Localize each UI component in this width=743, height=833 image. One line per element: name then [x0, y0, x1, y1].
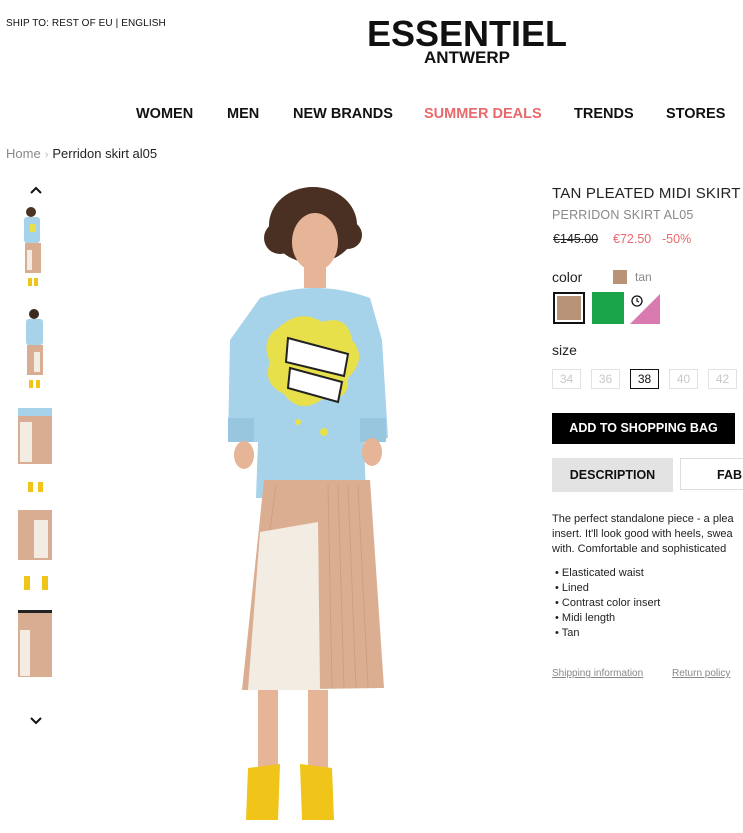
- nav-men[interactable]: MEN: [227, 106, 259, 122]
- ship-to-language-selector[interactable]: SHIP TO: REST OF EU | ENGLISH: [6, 18, 166, 29]
- original-price: €145.00: [553, 232, 599, 246]
- size-option-36[interactable]: 36: [591, 369, 620, 389]
- feature-item: Elasticated waist: [555, 566, 660, 581]
- thumbnail-1[interactable]: [18, 204, 54, 290]
- nav-women[interactable]: WOMEN: [136, 106, 193, 122]
- product-description: The perfect standalone piece - a plea in…: [552, 512, 743, 557]
- description-line: with. Comfortable and sophisticated: [552, 543, 727, 555]
- feature-list: Elasticated waist Lined Contrast color i…: [555, 566, 661, 641]
- thumbnail-2[interactable]: [18, 306, 54, 392]
- nav-summer-deals[interactable]: SUMMER DEALS: [424, 106, 542, 122]
- breadcrumb-current: Perridon skirt al05: [52, 146, 158, 161]
- size-option-42[interactable]: 42: [708, 369, 737, 389]
- nav-new-brands[interactable]: NEW BRANDS: [293, 106, 393, 122]
- tab-fabric[interactable]: FAB: [680, 458, 743, 490]
- color-label: color: [552, 269, 583, 285]
- size-option-38[interactable]: 38: [630, 369, 659, 389]
- discount-badge: -50%: [662, 232, 692, 246]
- clock-icon: [631, 295, 643, 307]
- chevron-up-icon[interactable]: [28, 182, 44, 198]
- chevron-down-icon[interactable]: [28, 713, 44, 729]
- sale-price: €72.50: [613, 232, 652, 246]
- selected-color-name: tan: [635, 270, 652, 284]
- size-label: size: [552, 342, 577, 358]
- thumbnail-3[interactable]: [18, 408, 54, 494]
- description-line: insert. It'll look good with heels, swea: [552, 528, 733, 540]
- selected-color-chip: [613, 270, 627, 284]
- description-line: The perfect standalone piece - a plea: [552, 513, 734, 525]
- nav-stores[interactable]: STORES: [666, 106, 725, 122]
- tab-description[interactable]: DESCRIPTION: [552, 458, 673, 492]
- add-to-bag-button[interactable]: ADD TO SHOPPING BAG: [552, 413, 735, 444]
- feature-item: Contrast color insert: [555, 596, 660, 611]
- thumbnail-5[interactable]: [18, 610, 54, 696]
- color-swatch-pink[interactable]: [630, 294, 660, 324]
- feature-item: Tan: [555, 626, 660, 641]
- product-image: [228, 187, 388, 820]
- breadcrumb: Home › Perridon skirt al05: [6, 146, 157, 161]
- feature-item: Midi length: [555, 611, 660, 626]
- nav-trends[interactable]: TRENDS: [574, 106, 634, 122]
- shipping-information-link[interactable]: Shipping information: [552, 668, 643, 679]
- feature-item: Lined: [555, 581, 660, 596]
- size-option-34[interactable]: 34: [552, 369, 581, 389]
- logo[interactable]: ESSENTIEL ANTWERP: [363, 13, 571, 67]
- breadcrumb-home[interactable]: Home: [6, 146, 41, 161]
- return-policy-link[interactable]: Return policy: [672, 668, 730, 679]
- color-swatch-green[interactable]: [592, 292, 624, 324]
- color-swatch-tan[interactable]: [553, 292, 585, 324]
- logo-line1: ESSENTIEL: [366, 13, 568, 54]
- size-option-40[interactable]: 40: [669, 369, 698, 389]
- product-subtitle: PERRIDON SKIRT AL05: [552, 208, 694, 222]
- product-title: TAN PLEATED MIDI SKIRT: [552, 185, 741, 202]
- thumbnail-4[interactable]: [18, 510, 54, 596]
- breadcrumb-separator: ›: [44, 149, 49, 161]
